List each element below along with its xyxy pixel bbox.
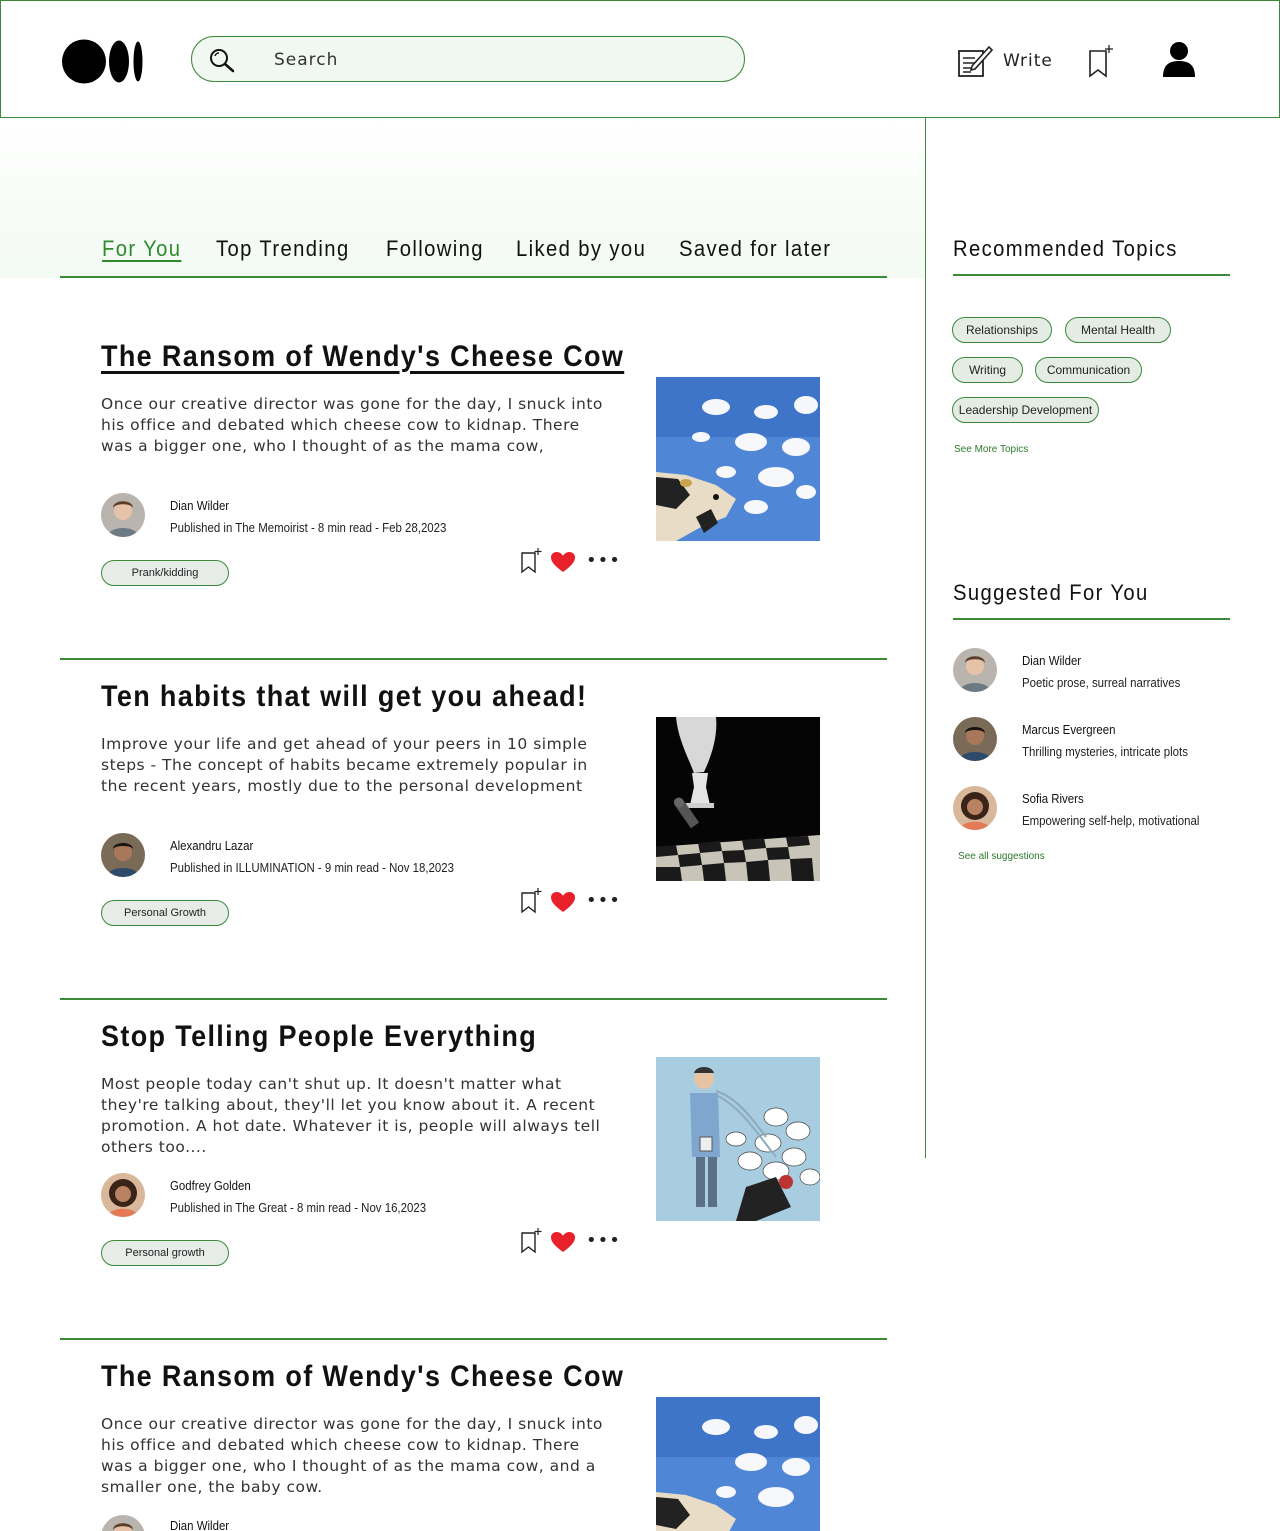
article-card: Ten habits that will get you ahead! Impr… [60, 660, 887, 1000]
article-meta: Published in The Memoirist - 8 min read … [170, 520, 447, 535]
suggestion-description: Poetic prose, surreal narratives [1022, 675, 1181, 690]
suggestion-name[interactable]: Dian Wilder [1022, 653, 1081, 668]
article-title[interactable]: The Ransom of Wendy's Cheese Cow [101, 340, 624, 374]
article-tag[interactable]: Personal Growth [101, 900, 229, 926]
suggestion-description: Empowering self-help, motivational [1022, 813, 1200, 828]
author-avatar[interactable] [101, 833, 145, 877]
article-thumbnail-cow[interactable] [656, 377, 820, 541]
author-name[interactable]: Dian Wilder [170, 1518, 229, 1531]
user-profile-icon[interactable] [1161, 41, 1197, 79]
topic-chip[interactable]: Leadership Development [952, 397, 1099, 423]
column-divider [925, 118, 926, 1158]
heart-icon[interactable] [550, 551, 576, 573]
tab-for-you[interactable]: For You [102, 236, 181, 262]
more-options-icon[interactable]: ••• [586, 890, 621, 911]
author-avatar[interactable] [101, 1515, 145, 1531]
see-more-topics-link[interactable]: See More Topics [954, 444, 1028, 455]
suggestion-name[interactable]: Sofia Rivers [1022, 791, 1084, 806]
article-excerpt: Improve your life and get ahead of your … [101, 735, 588, 795]
article-thumbnail-illustration[interactable] [656, 1057, 820, 1221]
article-title[interactable]: The Ransom of Wendy's Cheese Cow [101, 1360, 624, 1394]
tab-top-trending[interactable]: Top Trending [216, 236, 350, 262]
medium-logo[interactable] [62, 39, 144, 84]
article-thumbnail-chess[interactable] [656, 717, 820, 881]
article-excerpt: Once our creative director was gone for … [101, 395, 603, 455]
author-name[interactable]: Alexandru Lazar [170, 838, 253, 853]
author-avatar[interactable] [101, 493, 145, 537]
write-icon [958, 45, 993, 77]
topic-chip[interactable]: Relationships [952, 317, 1052, 343]
article-actions: ••• [520, 1228, 620, 1256]
article-excerpt: Once our creative director was gone for … [101, 1415, 603, 1496]
article-actions: ••• [520, 548, 620, 576]
article-thumbnail-cow[interactable] [656, 1397, 820, 1531]
bookmark-add-icon[interactable] [1087, 45, 1115, 79]
article-meta: Published in ILLUMINATION - 9 min read -… [170, 860, 455, 875]
article-card: Stop Telling People Everything Most peop… [60, 1000, 887, 1340]
recommended-topics-title: Recommended Topics [953, 236, 1178, 261]
article-card: The Ransom of Wendy's Cheese Cow Once ou… [60, 1340, 887, 1531]
tab-saved-for-later[interactable]: Saved for later [679, 236, 831, 262]
suggested-title: Suggested For You [953, 580, 1149, 605]
suggestion-item: Dian Wilder Poetic prose, surreal narrat… [953, 648, 1233, 694]
article-card: The Ransom of Wendy's Cheese Cow Once ou… [60, 320, 887, 660]
heart-icon[interactable] [550, 1231, 576, 1253]
article-title[interactable]: Stop Telling People Everything [101, 1020, 537, 1054]
article-title[interactable]: Ten habits that will get you ahead! [101, 680, 587, 714]
suggested-heading: Suggested For You [953, 580, 1230, 620]
suggestion-avatar[interactable] [953, 648, 997, 692]
suggestion-description: Thrilling mysteries, intricate plots [1022, 744, 1188, 759]
article-actions: ••• [520, 888, 620, 916]
see-all-suggestions-link[interactable]: See all suggestions [958, 851, 1045, 862]
tab-following[interactable]: Following [386, 236, 484, 262]
search-bar[interactable] [191, 36, 745, 82]
write-label: Write [1003, 51, 1053, 71]
search-icon[interactable] [208, 48, 236, 74]
suggestion-avatar[interactable] [953, 717, 997, 761]
tab-liked-by-you[interactable]: Liked by you [516, 236, 646, 262]
search-input[interactable] [272, 45, 716, 75]
feed-tabs: For You Top Trending Following Liked by … [60, 236, 887, 278]
recommended-topics-heading: Recommended Topics [953, 236, 1230, 276]
article-tag[interactable]: Prank/kidding [101, 560, 229, 586]
suggestion-name[interactable]: Marcus Evergreen [1022, 722, 1115, 737]
suggestion-avatar[interactable] [953, 786, 997, 830]
author-name[interactable]: Dian Wilder [170, 498, 229, 513]
article-meta: Published in The Great - 8 min read - No… [170, 1200, 427, 1215]
bookmark-add-icon[interactable] [520, 1228, 544, 1254]
bookmark-add-icon[interactable] [520, 888, 544, 914]
suggestion-item: Marcus Evergreen Thrilling mysteries, in… [953, 717, 1233, 763]
article-excerpt: Most people today can't shut up. It does… [101, 1075, 601, 1156]
suggestion-item: Sofia Rivers Empowering self-help, motiv… [953, 786, 1233, 832]
heart-icon[interactable] [550, 891, 576, 913]
bookmark-add-icon[interactable] [520, 548, 544, 574]
author-name[interactable]: Godfrey Golden [170, 1178, 251, 1193]
more-options-icon[interactable]: ••• [586, 1230, 621, 1251]
topic-chip[interactable]: Writing [952, 357, 1023, 383]
topic-chip[interactable]: Mental Health [1065, 317, 1171, 343]
write-button[interactable]: Write [957, 43, 1053, 79]
article-tag[interactable]: Personal growth [101, 1240, 229, 1266]
more-options-icon[interactable]: ••• [586, 550, 621, 571]
top-header: Write [0, 0, 1280, 118]
author-avatar[interactable] [101, 1173, 145, 1217]
topic-chip[interactable]: Communication [1035, 357, 1142, 383]
